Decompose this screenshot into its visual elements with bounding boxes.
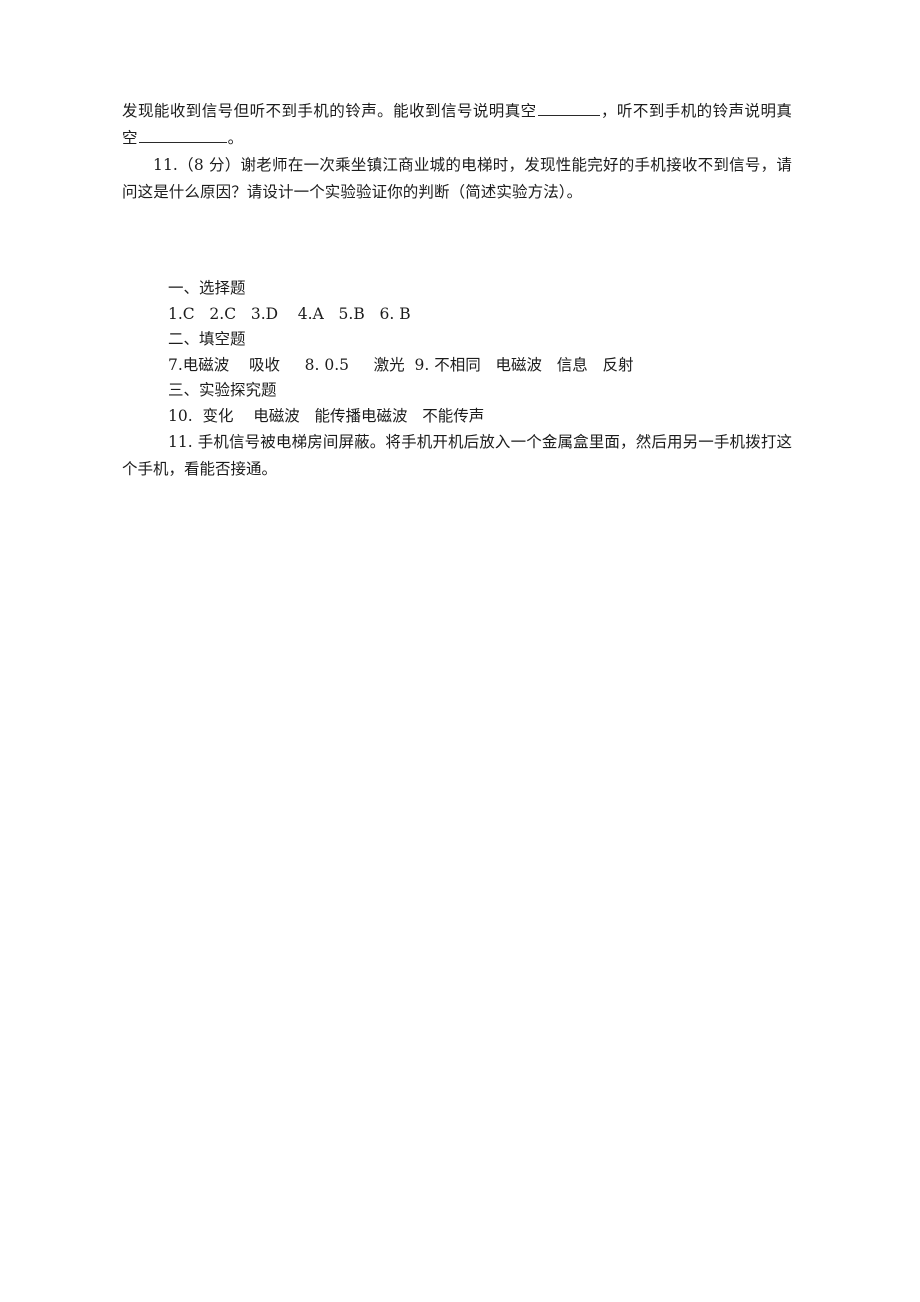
answer-item-11: 11. 手机信号被电梯房间屏蔽。将手机开机后放入一个金属盒里面，然后用另一手机拨… <box>122 433 792 478</box>
answer-section-3-heading: 三、实验探究题 <box>168 381 277 399</box>
question-text-block: 发现能收到信号但听不到手机的铃声。能收到信号说明真空 ，听不到手机的铃声说明真空。… <box>122 98 792 206</box>
answer-section-2-heading: 二、填空题 <box>168 330 246 348</box>
fill-in-blank-2[interactable] <box>138 126 227 143</box>
answer-section-1-heading: 一、选择题 <box>168 279 246 297</box>
question-10-segment-1: 发现能收到信号但听不到手机的铃声。能收到信号说明真空 <box>122 102 537 120</box>
answer-section-1-answers: 1.C 2.C 3.D 4.A 5.B 6. B <box>168 304 411 323</box>
fill-in-blank-1[interactable] <box>537 99 600 116</box>
document-page: 发现能收到信号但听不到手机的铃声。能收到信号说明真空 ，听不到手机的铃声说明真空。… <box>0 0 920 1302</box>
answer-item-10: 10. 变化 电磁波 能传播电磁波 不能传声 <box>168 406 485 425</box>
answer-key-block: 一、选择题 1.C 2.C 3.D 4.A 5.B 6. B 二、填空题 7.电… <box>122 276 792 482</box>
question-10-tail-paragraph: 发现能收到信号但听不到手机的铃声。能收到信号说明真空 ，听不到手机的铃声说明真空。 <box>122 98 792 152</box>
answer-section-2-answers: 7.电磁波 吸收 8. 0.5 激光 9. 不相同 电磁波 信息 反射 <box>168 355 634 374</box>
question-11-paragraph: 11.（8 分）谢老师在一次乘坐镇江商业城的电梯时，发现性能完好的手机接收不到信… <box>122 156 792 201</box>
question-10-segment-3: 。 <box>227 129 244 147</box>
